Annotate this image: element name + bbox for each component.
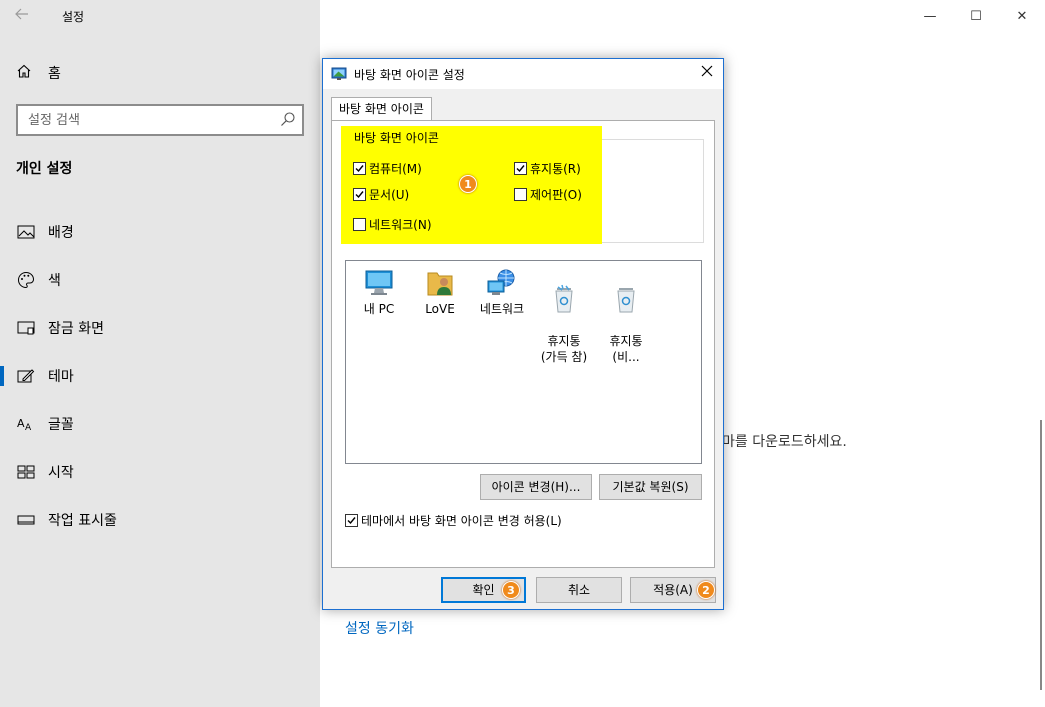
- icon-item-label: LoVE: [425, 302, 455, 316]
- image-icon: [16, 223, 36, 241]
- minimize-icon: —: [923, 8, 937, 24]
- recycle-bin-empty-icon: [617, 288, 635, 313]
- settings-titlebar: 설정: [0, 0, 320, 32]
- page-scrollbar[interactable]: [1040, 420, 1042, 690]
- group-title: 바탕 화면 아이콘: [354, 131, 439, 145]
- maximize-icon: ☐: [970, 8, 982, 24]
- checkbox-box[interactable]: [353, 188, 366, 201]
- computer-checkbox[interactable]: 컴퓨터(M): [353, 160, 422, 177]
- display-settings-icon: [331, 67, 347, 80]
- checkbox-box[interactable]: [514, 188, 527, 201]
- home-icon: [16, 63, 38, 83]
- checkbox-label: 휴지통(R): [530, 162, 581, 176]
- checkbox-label: 네트워크(N): [369, 218, 432, 232]
- settings-search-input[interactable]: [18, 106, 268, 134]
- settings-nav: 배경 색 잠금 화면 테마 AA 글꼴 시작 작업 표시줄: [0, 208, 320, 544]
- icon-item-this-pc[interactable]: 내 PC: [348, 267, 410, 317]
- checkbox-label: 테마에서 바탕 화면 아이콘 변경 허용(L): [361, 514, 562, 528]
- change-icon-button[interactable]: 아이콘 변경(H)...: [480, 474, 592, 500]
- dialog-close-button[interactable]: [699, 65, 715, 81]
- sidebar-item-label: 작업 표시줄: [48, 513, 117, 529]
- monitor-icon: [365, 270, 393, 295]
- sidebar-item-label: 잠금 화면: [48, 321, 104, 337]
- check-icon: [355, 165, 364, 173]
- svg-text:A: A: [17, 417, 25, 430]
- dialog-titlebar: 바탕 화면 아이콘 설정: [323, 59, 723, 89]
- icon-item-network[interactable]: 네트워크: [471, 267, 533, 317]
- icon-item-recycle-bin-empty[interactable]: 휴지통 (비...: [595, 267, 657, 365]
- user-folder-icon: [427, 272, 453, 296]
- settings-sidebar: 설정 홈 개인 설정 배경 색 잠금 화면 테마 AA 글꼴: [0, 0, 320, 707]
- back-arrow-icon: [15, 8, 28, 20]
- documents-checkbox[interactable]: 문서(U): [353, 186, 409, 203]
- checkbox-label: 컴퓨터(M): [369, 162, 422, 176]
- sidebar-item-label: 글꼴: [48, 417, 74, 433]
- tab-desktop-icons[interactable]: 바탕 화면 아이콘: [331, 97, 432, 121]
- recycle-bin-checkbox[interactable]: 휴지통(R): [514, 160, 581, 177]
- close-window-button[interactable]: ✕: [999, 0, 1045, 32]
- search-icon[interactable]: [280, 111, 296, 127]
- taskbar-icon: [16, 511, 36, 529]
- theme-icon: [16, 367, 36, 385]
- font-icon: AA: [16, 415, 36, 433]
- close-icon: ✕: [1016, 8, 1028, 24]
- check-icon: [516, 165, 525, 173]
- app-title: 설정: [62, 10, 85, 24]
- theme-download-text: 마를 다운로드하세요.: [722, 434, 847, 450]
- control-panel-checkbox[interactable]: 제어판(O): [514, 186, 582, 203]
- step-badge-3: 3: [502, 581, 520, 599]
- network-icon: [487, 269, 515, 295]
- checkbox-label: 제어판(O): [530, 188, 582, 202]
- minimize-button[interactable]: —: [907, 0, 953, 32]
- cancel-button[interactable]: 취소: [536, 577, 622, 603]
- sidebar-item-background[interactable]: 배경: [0, 208, 320, 256]
- icon-item-label: 네트워크: [479, 302, 525, 316]
- palette-icon: [16, 271, 36, 289]
- icon-item-recycle-bin-full[interactable]: 휴지통 (가득 참): [533, 267, 595, 365]
- checkbox-box[interactable]: [353, 218, 366, 231]
- home-label: 홈: [48, 66, 61, 82]
- svg-text:A: A: [25, 423, 32, 432]
- checkbox-label: 문서(U): [369, 188, 410, 202]
- maximize-button[interactable]: ☐: [953, 0, 999, 32]
- checkbox-box[interactable]: [514, 162, 527, 175]
- back-button[interactable]: [14, 6, 36, 26]
- icon-item-label: 휴지통 (비...: [609, 334, 643, 364]
- home-nav-item[interactable]: 홈: [16, 60, 306, 86]
- check-icon: [347, 517, 356, 525]
- check-icon: [355, 191, 364, 199]
- allow-theme-change-checkbox[interactable]: 테마에서 바탕 화면 아이콘 변경 허용(L): [345, 512, 562, 529]
- lock-screen-icon: [16, 319, 36, 337]
- sidebar-item-font[interactable]: AA 글꼴: [0, 400, 320, 448]
- checkbox-box[interactable]: [353, 162, 366, 175]
- restore-default-button[interactable]: 기본값 복원(S): [599, 474, 702, 500]
- checkbox-box[interactable]: [345, 514, 358, 527]
- sidebar-item-label: 색: [48, 273, 61, 289]
- section-title: 개인 설정: [16, 161, 73, 177]
- icon-item-label: 휴지통 (가득 참): [540, 334, 588, 364]
- desktop-icon-list[interactable]: 내 PC LoVE 네트워크 휴지통 (가득 참) 휴지통 (비...: [345, 260, 702, 464]
- sidebar-item-label: 배경: [48, 225, 74, 241]
- network-checkbox[interactable]: 네트워크(N): [353, 216, 432, 233]
- dialog-tabs: 바탕 화면 아이콘: [331, 97, 432, 121]
- sidebar-item-theme[interactable]: 테마: [0, 352, 320, 400]
- start-icon: [16, 463, 36, 481]
- dialog-title: 바탕 화면 아이콘 설정: [354, 67, 465, 82]
- icon-item-label: 내 PC: [363, 302, 395, 316]
- sidebar-item-start[interactable]: 시작: [0, 448, 320, 496]
- step-badge-1: 1: [459, 175, 477, 193]
- step-badge-2: 2: [697, 581, 715, 599]
- window-controls: — ☐ ✕: [907, 0, 1045, 32]
- close-icon: [701, 65, 713, 77]
- sidebar-item-lock-screen[interactable]: 잠금 화면: [0, 304, 320, 352]
- recycle-bin-full-icon: [555, 284, 573, 313]
- sidebar-item-taskbar[interactable]: 작업 표시줄: [0, 496, 320, 544]
- icon-item-user-folder[interactable]: LoVE: [409, 267, 471, 317]
- sidebar-item-label: 테마: [48, 369, 74, 385]
- settings-search-box[interactable]: [16, 104, 304, 136]
- sync-settings-link[interactable]: 설정 동기화: [345, 618, 414, 638]
- sidebar-item-label: 시작: [48, 465, 74, 481]
- sidebar-item-color[interactable]: 색: [0, 256, 320, 304]
